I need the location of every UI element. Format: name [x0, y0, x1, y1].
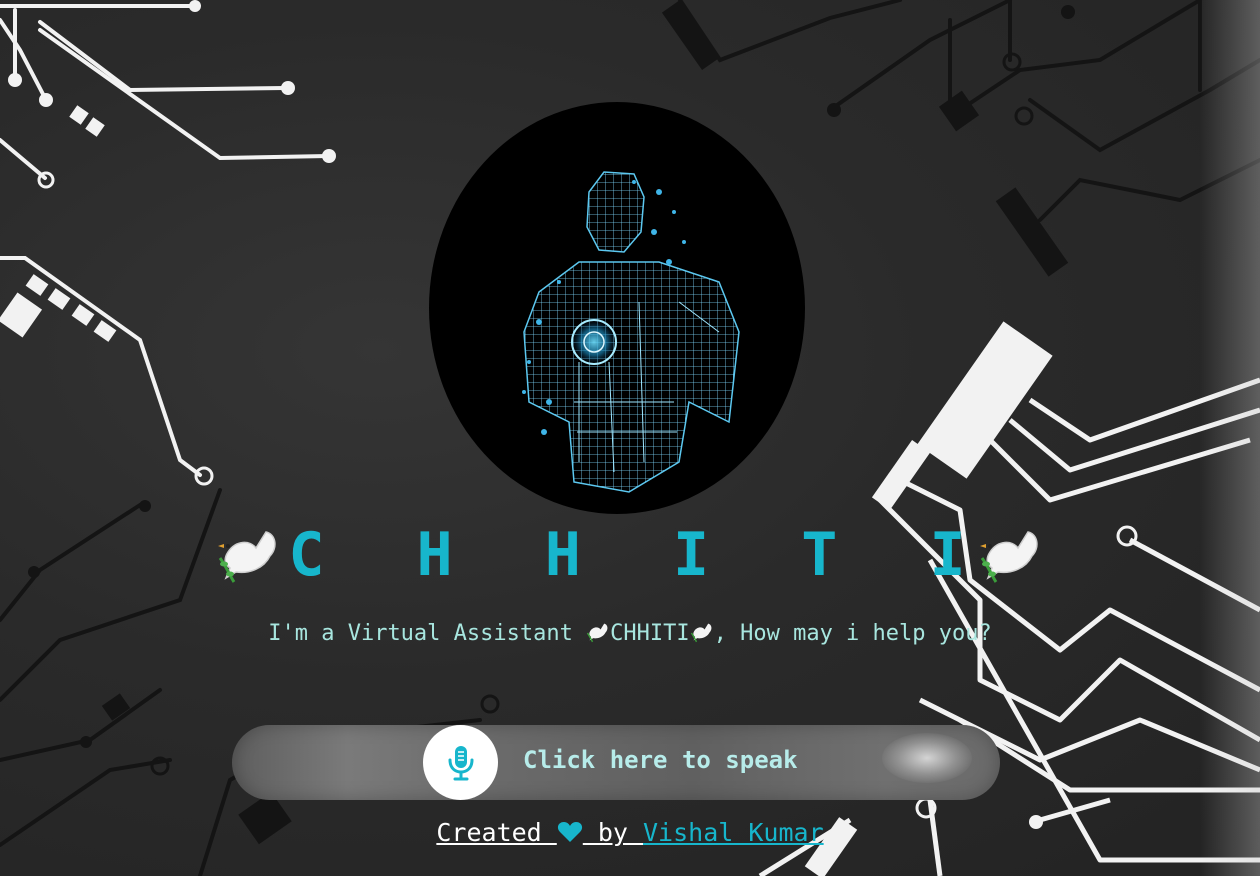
greeting-text: I'm a Virtual Assistant CHHITI , How may … [0, 620, 1260, 646]
edge-fade [1200, 0, 1260, 876]
decorative-blur [882, 733, 972, 783]
speak-button-bar[interactable]: Click here to speak [232, 725, 1000, 800]
dove-icon [690, 620, 714, 644]
greeting-name: CHHITI [610, 621, 690, 646]
assistant-title: C H H I T I [0, 520, 1260, 590]
speak-label[interactable]: Click here to speak [523, 746, 798, 774]
assistant-avatar [429, 102, 805, 514]
dove-icon [586, 620, 610, 644]
greeting-suffix: , How may i help you? [713, 621, 992, 646]
microphone-icon [448, 745, 473, 780]
greeting-prefix: I'm a Virtual Assistant [268, 621, 587, 646]
holographic-robot-image [522, 171, 740, 493]
heart-icon [557, 820, 583, 844]
dove-icon [216, 522, 282, 588]
footer-credit: Created by Vishal Kumar [0, 818, 1260, 847]
author-link[interactable]: Vishal Kumar [643, 818, 824, 847]
footer-created: Created [436, 818, 557, 847]
title-text: C H H I T I [288, 520, 994, 590]
microphone-button[interactable] [423, 725, 498, 800]
dove-icon [978, 522, 1044, 588]
app-screen: C H H I T I I'm a Virtual Assistant CHHI… [0, 0, 1260, 876]
footer-by: by [582, 818, 643, 847]
